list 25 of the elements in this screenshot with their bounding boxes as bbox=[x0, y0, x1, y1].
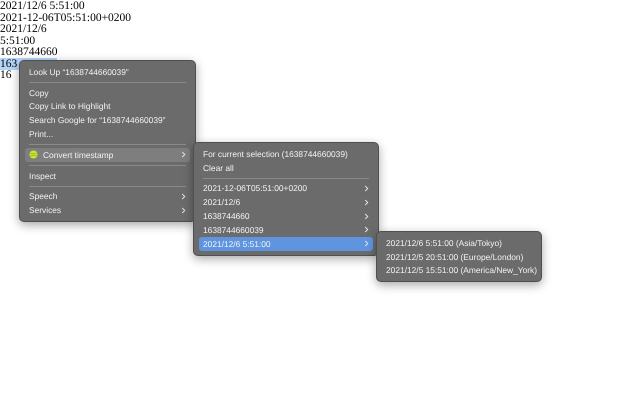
menu-item[interactable]: 2021/12/5 20:51:00 (Europe/London) bbox=[382, 250, 536, 264]
menu-item[interactable]: 1638744660039 bbox=[199, 222, 373, 237]
menu-item[interactable]: Copy bbox=[25, 86, 190, 100]
menu-item[interactable]: 2021/12/6 5:51:00 bbox=[199, 236, 373, 251]
menu-item[interactable]: Speech bbox=[25, 190, 190, 204]
menu-item[interactable]: Print... bbox=[25, 127, 190, 141]
page-text: 2021/12/6 bbox=[0, 23, 47, 35]
menu-item[interactable]: Search Google for “1638744660039” bbox=[25, 113, 190, 128]
menu-item[interactable]: 2021/12/6 bbox=[199, 195, 373, 210]
menu-item[interactable]: 2021/12/5 15:51:00 (America/New_York) bbox=[382, 264, 536, 278]
ball-icon bbox=[29, 150, 38, 160]
page-text: 2021/12/6 5:51:00 bbox=[0, 0, 85, 12]
page-text: 16 bbox=[0, 69, 12, 81]
menu-item[interactable]: 2021/12/6 5:51:00 (Asia/Tokyo) bbox=[382, 236, 536, 250]
page-text: 2021-12-06T05:51:00+0200 bbox=[0, 12, 132, 24]
menu-item[interactable]: Copy Link to Highlight bbox=[25, 100, 190, 114]
menu-item[interactable]: Inspect bbox=[25, 168, 190, 183]
menu-item[interactable]: 1638744660 bbox=[199, 209, 373, 223]
menu-item[interactable]: Services bbox=[25, 203, 190, 218]
menu-item[interactable]: Clear all bbox=[199, 160, 373, 175]
menu-item[interactable]: For current selection (1638744660039) bbox=[199, 147, 373, 161]
menu-item[interactable]: 2021-12-06T05:51:00+0200 bbox=[199, 182, 373, 196]
menu-item[interactable]: Convert timestamp bbox=[25, 148, 190, 162]
page-text: 5:51:00 bbox=[0, 34, 36, 46]
page-text: 1638744660 bbox=[0, 46, 58, 58]
